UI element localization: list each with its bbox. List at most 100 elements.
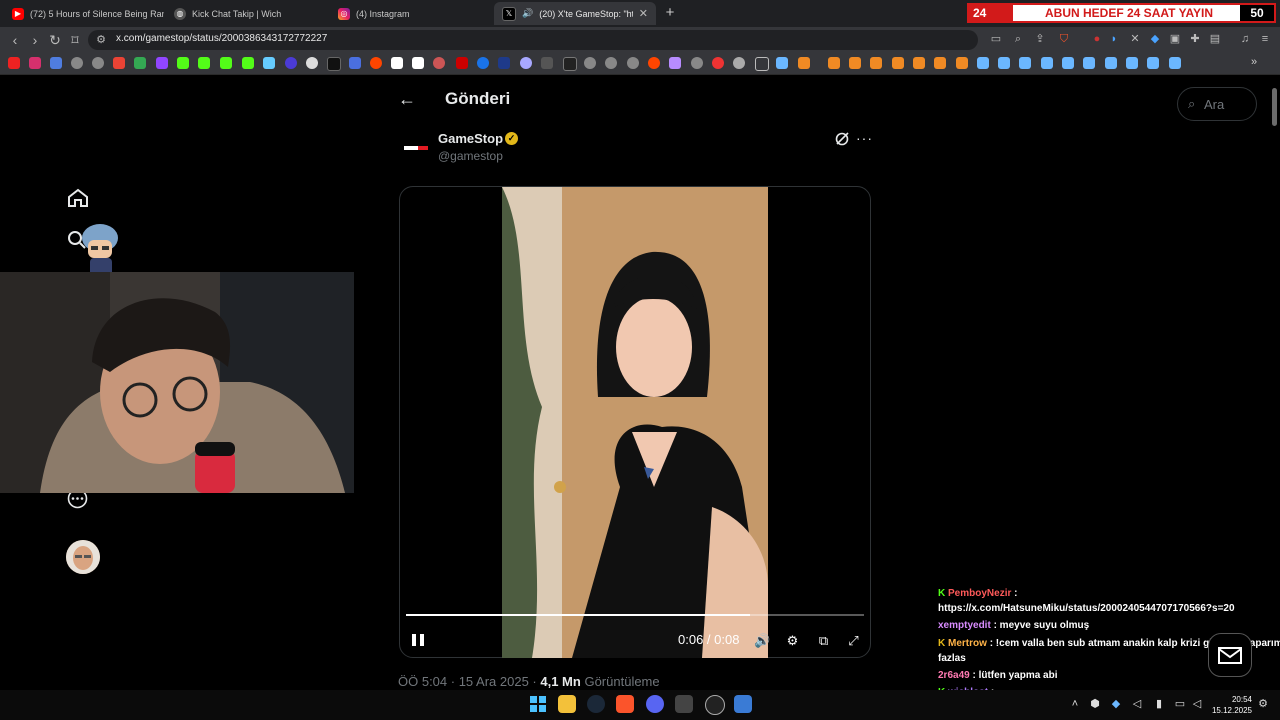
bookmark-icon[interactable] — [849, 57, 861, 69]
bookmark-icon[interactable] — [263, 57, 275, 69]
bookmark-icon[interactable] — [798, 57, 810, 69]
extension-icon[interactable]: ✕ — [1128, 32, 1142, 46]
bookmark-icon[interactable] — [456, 57, 468, 69]
puzzle-icon[interactable]: ✚ — [1188, 32, 1202, 46]
bookmark-icon[interactable] — [563, 57, 577, 71]
folder-icon[interactable] — [755, 57, 769, 71]
tray-volume-icon[interactable]: ◁ — [1130, 697, 1144, 711]
steam-icon[interactable] — [587, 695, 605, 713]
bookmark-icon[interactable] — [934, 57, 946, 69]
brave-icon[interactable] — [616, 695, 634, 713]
tab-instagram[interactable]: ◎ (4) Instagram — [330, 2, 492, 25]
bookmark-icon[interactable] — [733, 57, 745, 69]
tab-kick-chat[interactable]: ◍ Kick Chat Takip | Wich — [166, 2, 328, 25]
share-icon[interactable]: ⇪ — [1033, 32, 1047, 46]
reload-icon[interactable]: ↻ — [46, 31, 64, 49]
cast-icon[interactable]: ▭ — [989, 32, 1003, 46]
url-text[interactable]: x.com/gamestop/status/200038634317277222… — [116, 33, 327, 44]
extension-icon[interactable]: ▣ — [1168, 32, 1182, 46]
tray-network-icon[interactable]: ▭ — [1173, 697, 1187, 711]
bookmark-icon[interactable] — [520, 57, 532, 69]
gmail-bookmark-icon[interactable] — [113, 57, 125, 69]
tray-steam-icon[interactable]: ◆ — [1109, 697, 1123, 711]
bookmark-icon[interactable] — [477, 57, 489, 69]
steam-bookmark-icon[interactable] — [998, 57, 1010, 69]
author-handle[interactable]: @gamestop — [438, 149, 503, 163]
extension-icon[interactable]: ◆ — [1148, 32, 1162, 46]
globe-bookmark-icon[interactable] — [691, 57, 703, 69]
bookmark-icon[interactable] — [669, 57, 681, 69]
bookmark-icon[interactable]: ⌑ — [66, 31, 84, 49]
instagram-bookmark-icon[interactable] — [29, 57, 41, 69]
bookmark-icon[interactable] — [870, 57, 882, 69]
steam-bookmark-icon[interactable] — [1019, 57, 1031, 69]
back-icon[interactable]: ‹ — [6, 31, 24, 49]
tab-x-gamestop[interactable]: 𝕏 🔊 (20) X'te GameStop: "https:// ✕ — [494, 2, 656, 25]
steam-bookmark-icon[interactable] — [776, 57, 788, 69]
pause-icon[interactable] — [410, 632, 426, 648]
back-arrow-icon[interactable]: ← — [398, 90, 418, 108]
reddit-bookmark-icon[interactable] — [648, 57, 660, 69]
grok-icon[interactable] — [834, 132, 850, 148]
taskbar-clock[interactable]: 20:54 15.12.2025 — [1208, 694, 1252, 716]
app-icon[interactable] — [675, 695, 693, 713]
windows-start-icon[interactable] — [529, 695, 547, 713]
sidebar-icon[interactable]: ▤ — [1208, 32, 1222, 46]
fullscreen-icon[interactable]: ⤢ — [845, 632, 862, 649]
bookmark-icon[interactable] — [349, 57, 361, 69]
close-tab-icon[interactable]: ✕ — [639, 7, 648, 20]
bookmark-icon[interactable] — [828, 57, 840, 69]
video-frame[interactable] — [502, 187, 768, 658]
reddit-bookmark-icon[interactable] — [370, 57, 382, 69]
settings-icon[interactable]: ⚙ — [784, 632, 801, 649]
new-tab-button[interactable]: + — [662, 4, 678, 22]
bookmark-icon[interactable] — [306, 57, 318, 69]
avatar[interactable] — [66, 540, 100, 574]
more-bookmarks-icon[interactable]: » — [1251, 56, 1257, 68]
menu-icon[interactable]: ≡ — [1258, 32, 1272, 46]
discord-icon[interactable] — [646, 695, 664, 713]
bookmark-icon[interactable] — [285, 57, 297, 69]
tray-chevron-icon[interactable]: ˄ — [1068, 697, 1082, 711]
extension-icon[interactable]: ◗ — [1107, 32, 1121, 46]
notification-icon[interactable]: ⚙ — [1256, 697, 1270, 711]
zoom-icon[interactable]: ⌕ — [1011, 32, 1025, 46]
extension-icon[interactable]: ● — [1090, 32, 1104, 46]
page-scrollbar[interactable] — [1272, 88, 1277, 126]
bookmark-icon[interactable] — [498, 57, 510, 69]
bookmark-icon[interactable] — [712, 57, 724, 69]
tray-app-icon[interactable]: ⬢ — [1088, 697, 1102, 711]
steam-bookmark-icon[interactable] — [1062, 57, 1074, 69]
messages-button[interactable] — [1208, 633, 1252, 677]
bookmark-icon[interactable] — [412, 57, 424, 69]
tray-mic-icon[interactable]: ▮ — [1152, 697, 1166, 711]
brave-shield-icon[interactable]: ⛉ — [1057, 32, 1071, 46]
gamestop-avatar[interactable] — [400, 132, 432, 164]
bookmark-icon[interactable] — [391, 57, 403, 69]
forward-icon[interactable]: › — [26, 31, 44, 49]
bookmark-icon[interactable] — [956, 57, 968, 69]
author-name[interactable]: GameStop — [438, 131, 503, 146]
globe-bookmark-icon[interactable] — [92, 57, 104, 69]
media-control-icon[interactable]: ♫ — [1238, 32, 1252, 46]
kick-bookmark-icon[interactable] — [242, 57, 254, 69]
tray-sound-icon[interactable]: ◁ — [1190, 697, 1204, 711]
post-timestamp[interactable]: ÖÖ 5:04 · 15 Ara 2025 · — [398, 674, 537, 689]
steam-bookmark-icon[interactable] — [1083, 57, 1095, 69]
search-placeholder[interactable]: Ara — [1204, 97, 1224, 112]
globe-bookmark-icon[interactable] — [71, 57, 83, 69]
obs-icon[interactable] — [705, 695, 725, 715]
tab-youtube[interactable]: ▶ (72) 5 Hours of Silence Being Randon — [4, 2, 164, 25]
bookmark-icon[interactable] — [50, 57, 62, 69]
globe-bookmark-icon[interactable] — [584, 57, 596, 69]
steam-bookmark-icon[interactable] — [1041, 57, 1053, 69]
bookmark-icon[interactable] — [541, 57, 553, 69]
kick-bookmark-icon[interactable] — [220, 57, 232, 69]
drive-bookmark-icon[interactable] — [134, 57, 146, 69]
steam-bookmark-icon[interactable] — [1147, 57, 1159, 69]
steam-bookmark-icon[interactable] — [1105, 57, 1117, 69]
globe-bookmark-icon[interactable] — [605, 57, 617, 69]
globe-bookmark-icon[interactable] — [627, 57, 639, 69]
app-icon[interactable] — [734, 695, 752, 713]
steam-bookmark-icon[interactable] — [977, 57, 989, 69]
